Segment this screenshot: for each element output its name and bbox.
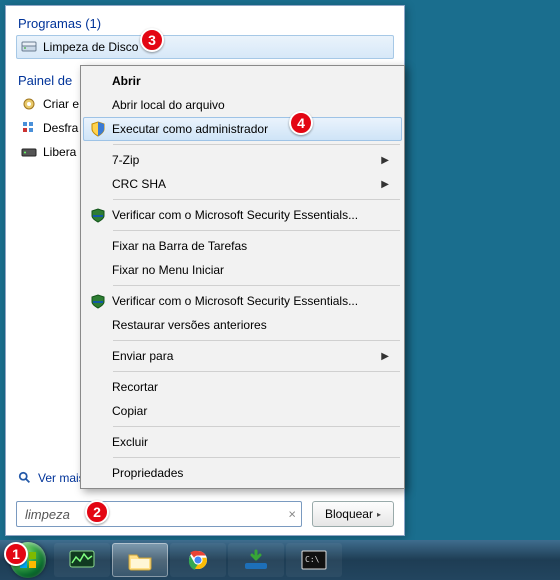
ctx-separator <box>113 230 400 231</box>
lock-button-label: Bloquear <box>325 507 373 521</box>
ctx-verify-mse-2[interactable]: Verificar com o Microsoft Security Essen… <box>83 289 402 313</box>
result-label: Desfra <box>43 121 78 135</box>
callout-badge-3: 3 <box>140 28 164 52</box>
search-wrap: × <box>16 501 302 527</box>
chrome-icon <box>184 549 212 571</box>
chevron-right-icon: ▸ <box>377 510 381 519</box>
ctx-7zip[interactable]: 7-Zip ▶ <box>83 148 402 172</box>
shield-icon <box>84 121 112 137</box>
callout-badge-1: 1 <box>4 542 28 566</box>
result-label: Libera <box>43 145 76 159</box>
search-row: × Bloquear ▸ <box>16 501 394 527</box>
drive-icon <box>21 144 37 160</box>
callout-badge-4: 4 <box>289 111 313 135</box>
ctx-separator <box>113 144 400 145</box>
ctx-properties[interactable]: Propriedades <box>83 461 402 485</box>
taskbar: C:\ <box>0 540 560 580</box>
ctx-pin-start[interactable]: Fixar no Menu Iniciar <box>83 258 402 282</box>
chevron-right-icon: ▶ <box>381 155 395 166</box>
ctx-send-to[interactable]: Enviar para ▶ <box>83 344 402 368</box>
ctx-open[interactable]: Abrir <box>83 69 402 93</box>
taskbar-item-downloader[interactable] <box>228 543 284 577</box>
taskbar-item-cmd[interactable]: C:\ <box>286 543 342 577</box>
taskbar-item-chrome[interactable] <box>170 543 226 577</box>
ctx-pin-taskbar[interactable]: Fixar na Barra de Tarefas <box>83 234 402 258</box>
ctx-cut[interactable]: Recortar <box>83 375 402 399</box>
result-label: Criar e <box>43 97 79 111</box>
ctx-separator <box>113 457 400 458</box>
cmd-icon: C:\ <box>300 549 328 571</box>
download-icon <box>242 549 270 571</box>
chevron-right-icon: ▶ <box>381 351 395 362</box>
result-disk-cleanup[interactable]: Limpeza de Disco <box>16 35 394 59</box>
ctx-separator <box>113 426 400 427</box>
mse-icon <box>84 293 112 309</box>
ctx-delete[interactable]: Excluir <box>83 430 402 454</box>
monitor-icon <box>68 549 96 571</box>
ctx-separator <box>113 340 400 341</box>
svg-text:C:\: C:\ <box>305 555 320 564</box>
ctx-run-as-admin[interactable]: Executar como administrador <box>83 117 402 141</box>
ctx-separator <box>113 199 400 200</box>
ctx-copy[interactable]: Copiar <box>83 399 402 423</box>
ctx-crc-sha[interactable]: CRC SHA ▶ <box>83 172 402 196</box>
mse-icon <box>84 207 112 223</box>
ctx-separator <box>113 285 400 286</box>
defrag-icon <box>21 120 37 136</box>
ctx-verify-mse[interactable]: Verificar com o Microsoft Security Essen… <box>83 203 402 227</box>
ctx-restore-previous[interactable]: Restaurar versões anteriores <box>83 313 402 337</box>
taskbar-item-explorer[interactable] <box>112 543 168 577</box>
gear-icon <box>21 96 37 112</box>
search-input[interactable] <box>16 501 302 527</box>
result-label: Limpeza de Disco <box>43 40 138 54</box>
taskbar-item-task-manager[interactable] <box>54 543 110 577</box>
callout-badge-2: 2 <box>85 500 109 524</box>
chevron-right-icon: ▶ <box>381 179 395 190</box>
search-icon <box>18 471 32 485</box>
ctx-open-location[interactable]: Abrir local do arquivo <box>83 93 402 117</box>
lock-button[interactable]: Bloquear ▸ <box>312 501 394 527</box>
folder-icon <box>126 549 154 571</box>
context-menu: Abrir Abrir local do arquivo Executar co… <box>80 65 405 489</box>
section-programs-header: Programas (1) <box>6 6 404 35</box>
ctx-separator <box>113 371 400 372</box>
clear-search-icon[interactable]: × <box>288 507 296 522</box>
disk-cleanup-icon <box>21 39 37 55</box>
